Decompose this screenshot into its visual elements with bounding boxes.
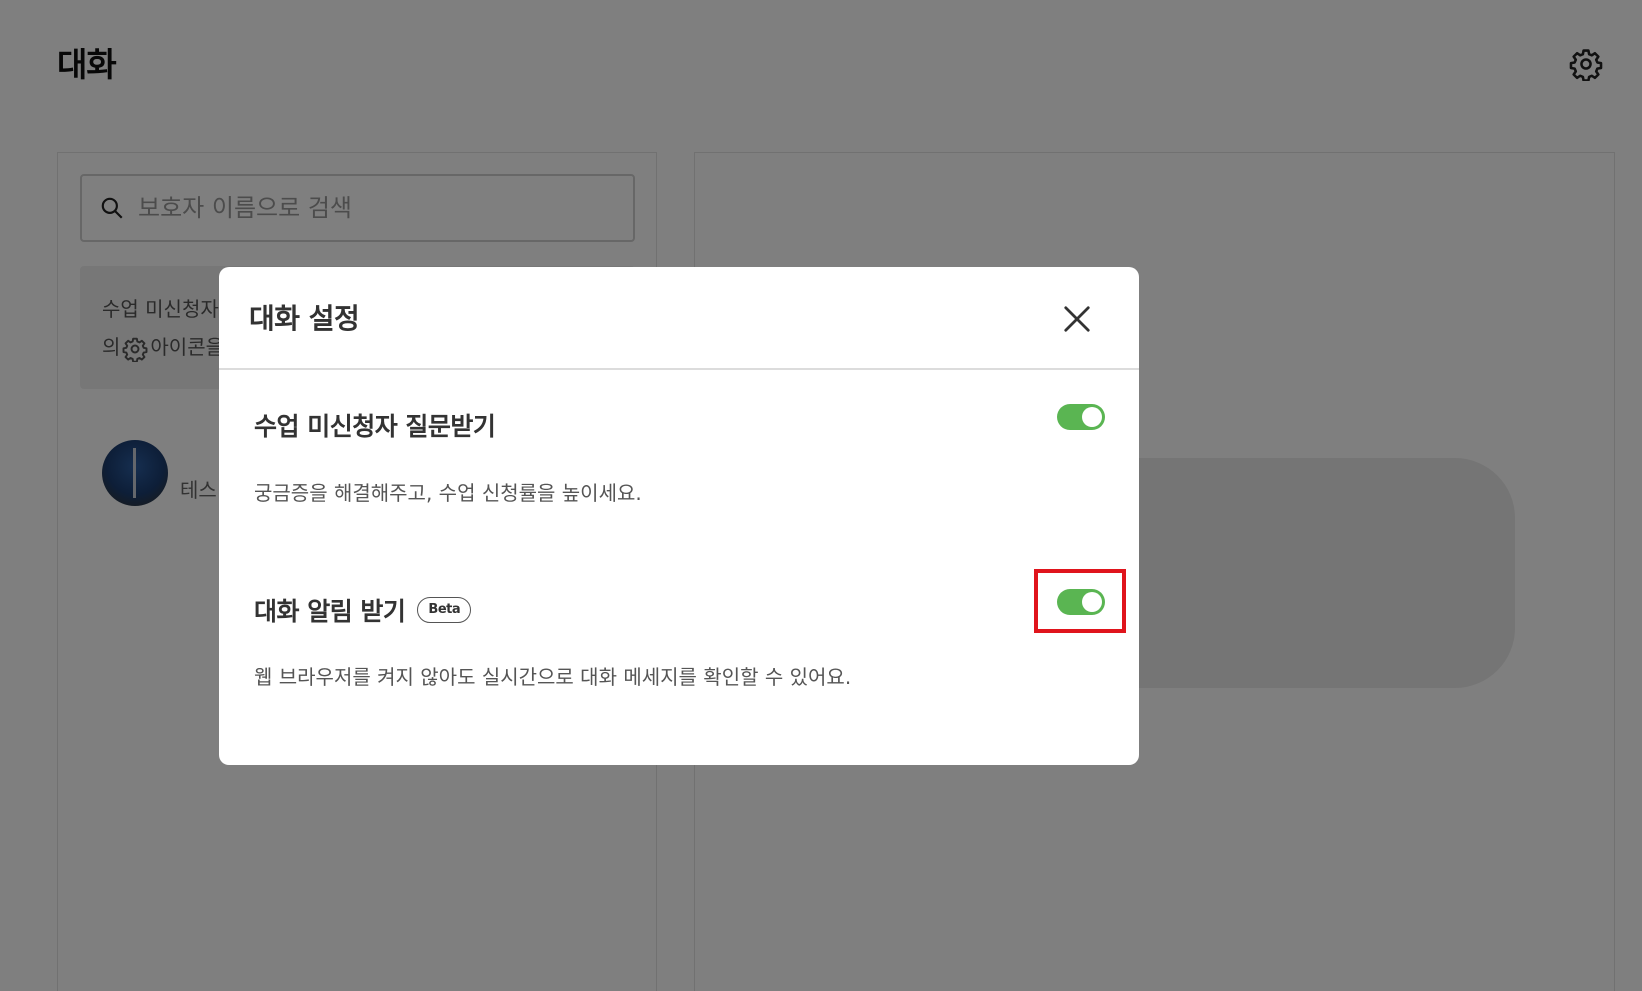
modal-header: 대화 설정 bbox=[219, 267, 1139, 370]
setting-title-notification: 대화 알림 받기 Beta bbox=[254, 592, 472, 628]
setting-title-notification-label: 대화 알림 받기 bbox=[254, 597, 406, 626]
modal-title: 대화 설정 bbox=[249, 302, 360, 335]
beta-badge: Beta bbox=[417, 597, 472, 623]
close-icon bbox=[1064, 306, 1090, 332]
chat-settings-modal: 대화 설정 수업 미신청자 질문받기 궁금증을 해결해주고, 수업 신청률을 높… bbox=[219, 267, 1139, 765]
toggle-knob bbox=[1082, 407, 1102, 427]
highlight-annotation bbox=[1034, 569, 1126, 633]
setting-title-question: 수업 미신청자 질문받기 bbox=[254, 412, 496, 441]
close-button[interactable] bbox=[1059, 301, 1095, 337]
setting-desc-question: 궁금증을 해결해주고, 수업 신청률을 높이세요. bbox=[254, 481, 642, 505]
toggle-question[interactable] bbox=[1057, 404, 1105, 430]
setting-desc-notification: 웹 브라우저를 켜지 않아도 실시간으로 대화 메세지를 확인할 수 있어요. bbox=[254, 665, 852, 689]
